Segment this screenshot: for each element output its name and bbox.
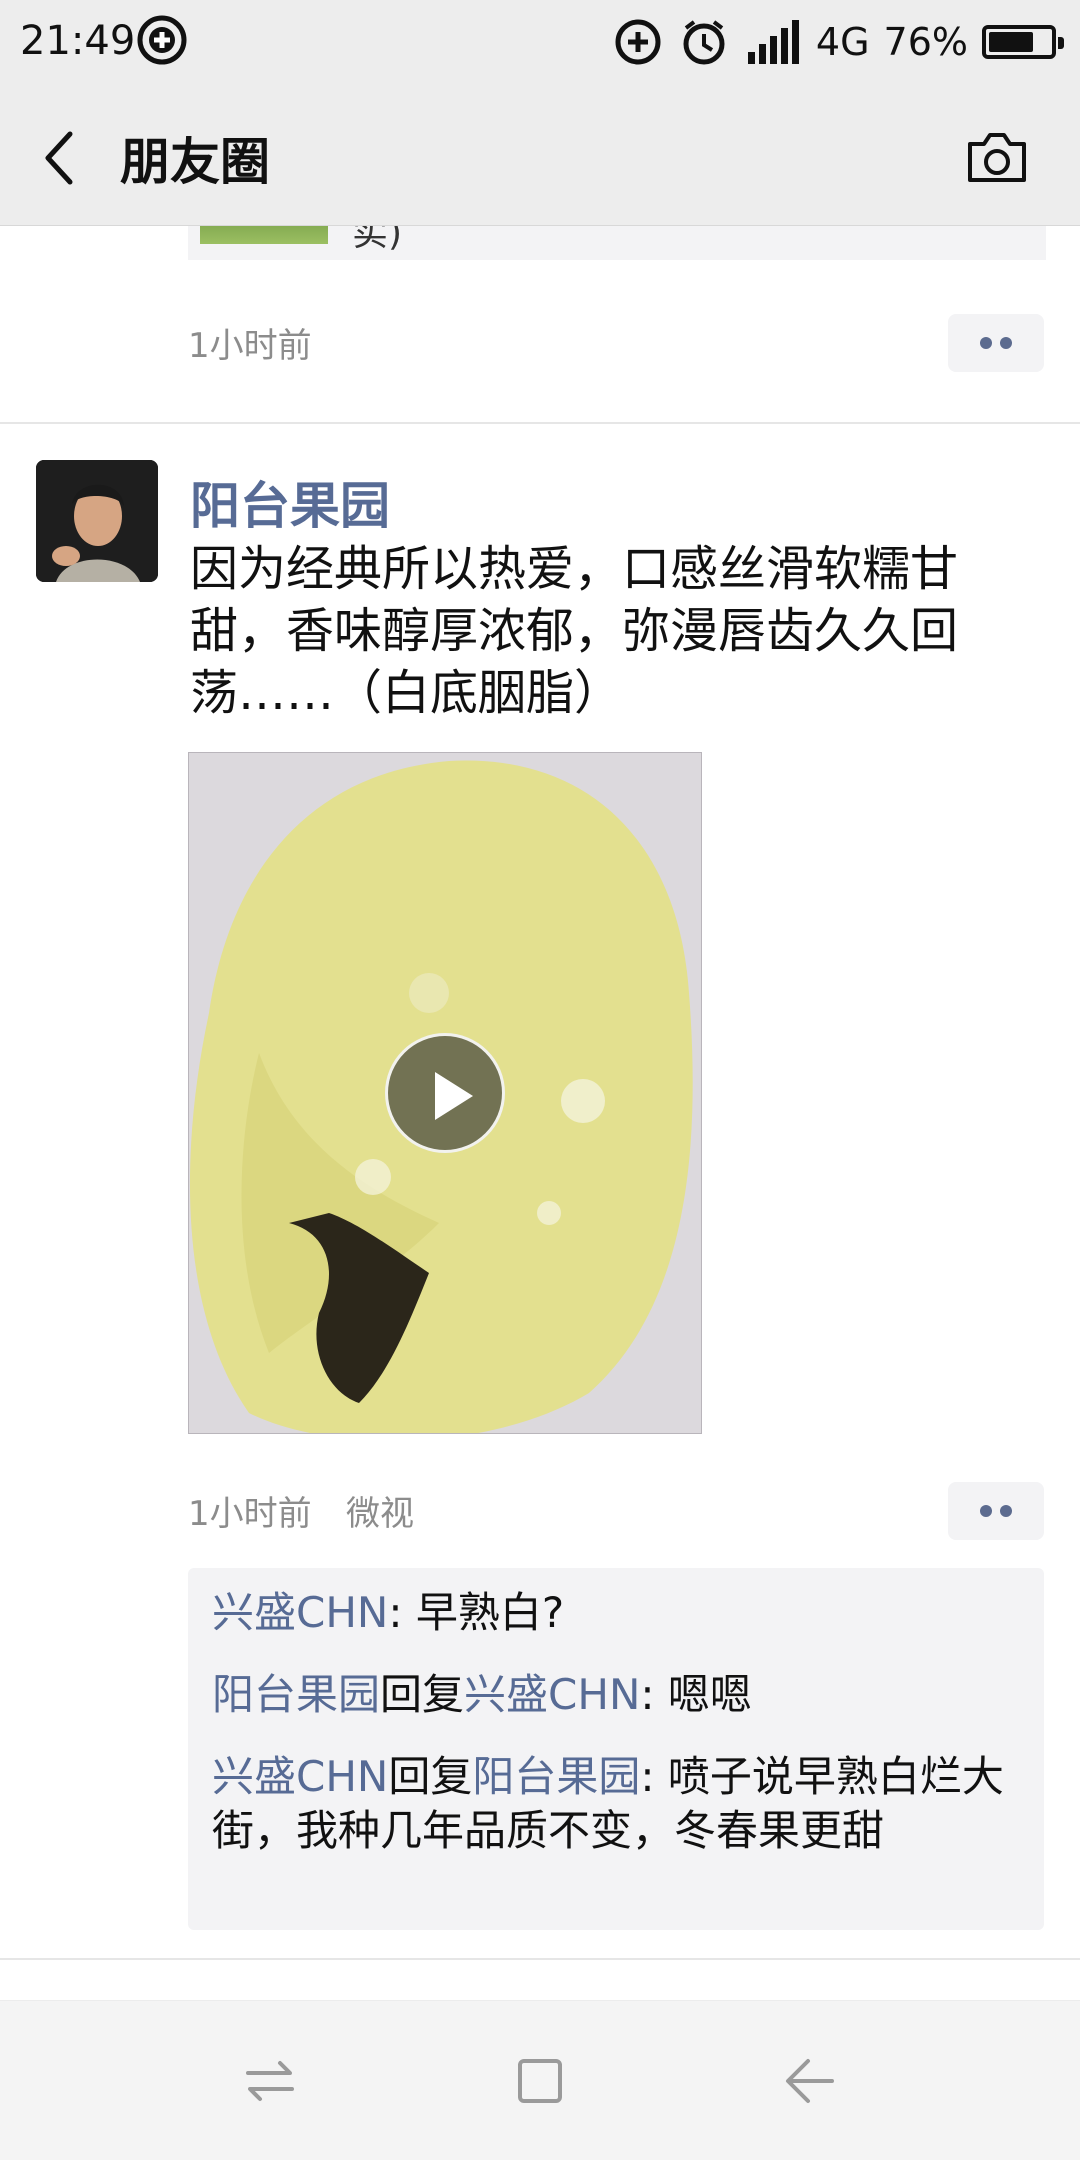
wechat-moments-screen: 21:49 4G 76% 朋友圈 实) 1小时前 阳台果园 因为经典所以热爱，口… bbox=[0, 0, 1080, 2160]
dot-icon bbox=[1000, 1505, 1012, 1517]
data-saver-icon bbox=[615, 19, 661, 65]
home-square-icon[interactable] bbox=[510, 2051, 570, 2111]
reply-verb: 回复 bbox=[380, 1670, 465, 1719]
battery-percent: 76% bbox=[883, 20, 968, 64]
post-source[interactable]: 微视 bbox=[346, 1486, 414, 1535]
post-time: 1小时前 bbox=[188, 1494, 312, 1534]
post-divider bbox=[0, 422, 1080, 424]
chevron-left-icon[interactable] bbox=[36, 128, 86, 188]
comment-user[interactable]: 兴盛CHN bbox=[212, 1752, 388, 1801]
comment-text: : 嗯嗯 bbox=[640, 1670, 752, 1719]
signal-icon bbox=[747, 20, 799, 64]
battery-icon bbox=[982, 25, 1064, 59]
comment-user[interactable]: 阳台果园 bbox=[212, 1670, 380, 1719]
switch-apps-icon[interactable] bbox=[240, 2051, 300, 2111]
comment-item[interactable]: 兴盛CHN: 早熟白? bbox=[212, 1586, 1020, 1640]
network-type: 4G bbox=[815, 20, 870, 64]
prev-post-thumbnail[interactable] bbox=[200, 226, 328, 244]
comment-list: 兴盛CHN: 早熟白? 阳台果园回复兴盛CHN: 嗯嗯 兴盛CHN回复阳台果园:… bbox=[188, 1568, 1044, 1930]
reply-to-user[interactable]: 兴盛CHN bbox=[464, 1670, 640, 1719]
post-more-button[interactable] bbox=[948, 1482, 1044, 1540]
comment-text: : 早熟白? bbox=[388, 1588, 565, 1637]
reply-verb: 回复 bbox=[388, 1752, 473, 1801]
back-arrow-icon[interactable] bbox=[780, 2051, 840, 2111]
post-author[interactable]: 阳台果园 bbox=[190, 466, 390, 538]
dot-icon bbox=[1000, 337, 1012, 349]
video-thumbnail[interactable] bbox=[188, 752, 702, 1434]
nav-bar: 朋友圈 bbox=[0, 84, 1080, 226]
avatar-image bbox=[36, 460, 158, 582]
status-bar: 21:49 4G 76% bbox=[0, 0, 1080, 84]
moments-feed[interactable]: 实) 1小时前 阳台果园 因为经典所以热爱，口感丝滑软糯甘甜，香味醇厚浓郁，弥漫… bbox=[0, 226, 1080, 2000]
post-text: 因为经典所以热爱，口感丝滑软糯甘甜，香味醇厚浓郁，弥漫唇齿久久回荡……（白底胭脂… bbox=[190, 541, 959, 721]
post-divider bbox=[0, 1958, 1080, 1960]
comment-user[interactable]: 兴盛CHN bbox=[212, 1588, 388, 1637]
alarm-icon bbox=[683, 20, 725, 65]
status-right-group: 4G 76% bbox=[612, 14, 1064, 70]
prev-post-card-text: 实) bbox=[352, 226, 403, 254]
system-nav-bar bbox=[0, 2000, 1080, 2160]
avatar[interactable] bbox=[36, 460, 158, 582]
battery-level bbox=[989, 32, 1034, 52]
prev-post-time: 1小时前 bbox=[188, 326, 312, 366]
camera-icon[interactable] bbox=[964, 130, 1030, 186]
add-circle-icon bbox=[137, 15, 187, 65]
play-icon[interactable] bbox=[385, 1033, 505, 1153]
comment-item[interactable]: 兴盛CHN回复阳台果园: 喷子说早熟白烂大街，我种几年品质不变，冬春果更甜 bbox=[212, 1750, 1020, 1858]
comment-item[interactable]: 阳台果园回复兴盛CHN: 嗯嗯 bbox=[212, 1668, 1020, 1722]
dot-icon bbox=[980, 337, 992, 349]
reply-to-user[interactable]: 阳台果园 bbox=[472, 1752, 640, 1801]
status-time: 21:49 bbox=[20, 18, 136, 64]
dot-icon bbox=[980, 1505, 992, 1517]
page-title: 朋友圈 bbox=[120, 133, 270, 191]
prev-post-more-button[interactable] bbox=[948, 314, 1044, 372]
